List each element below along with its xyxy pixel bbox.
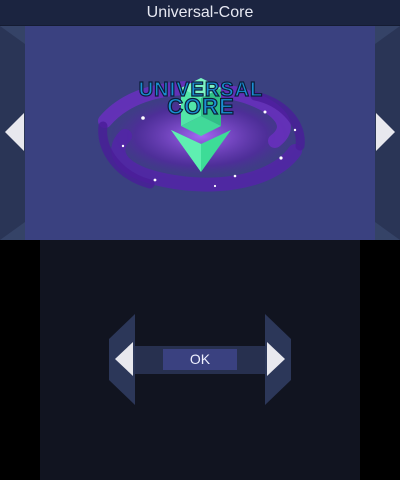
ok-button[interactable]: OK	[163, 349, 237, 370]
triangle-right-icon	[376, 113, 395, 151]
window-title: Universal-Core	[0, 0, 400, 26]
title-banner: UNIVERSAL CORE	[25, 26, 375, 240]
next-banner-button[interactable]	[375, 106, 400, 158]
previous-option-button[interactable]	[109, 314, 135, 405]
next-option-button[interactable]	[265, 314, 291, 405]
top-screen: Universal-Core UNIVERSAL CORE	[0, 0, 400, 240]
logo-line2: CORE	[167, 94, 235, 119]
previous-banner-button[interactable]	[0, 106, 25, 158]
galaxy-logo-image: UNIVERSAL CORE	[91, 78, 311, 192]
triangle-left-icon	[5, 113, 24, 151]
